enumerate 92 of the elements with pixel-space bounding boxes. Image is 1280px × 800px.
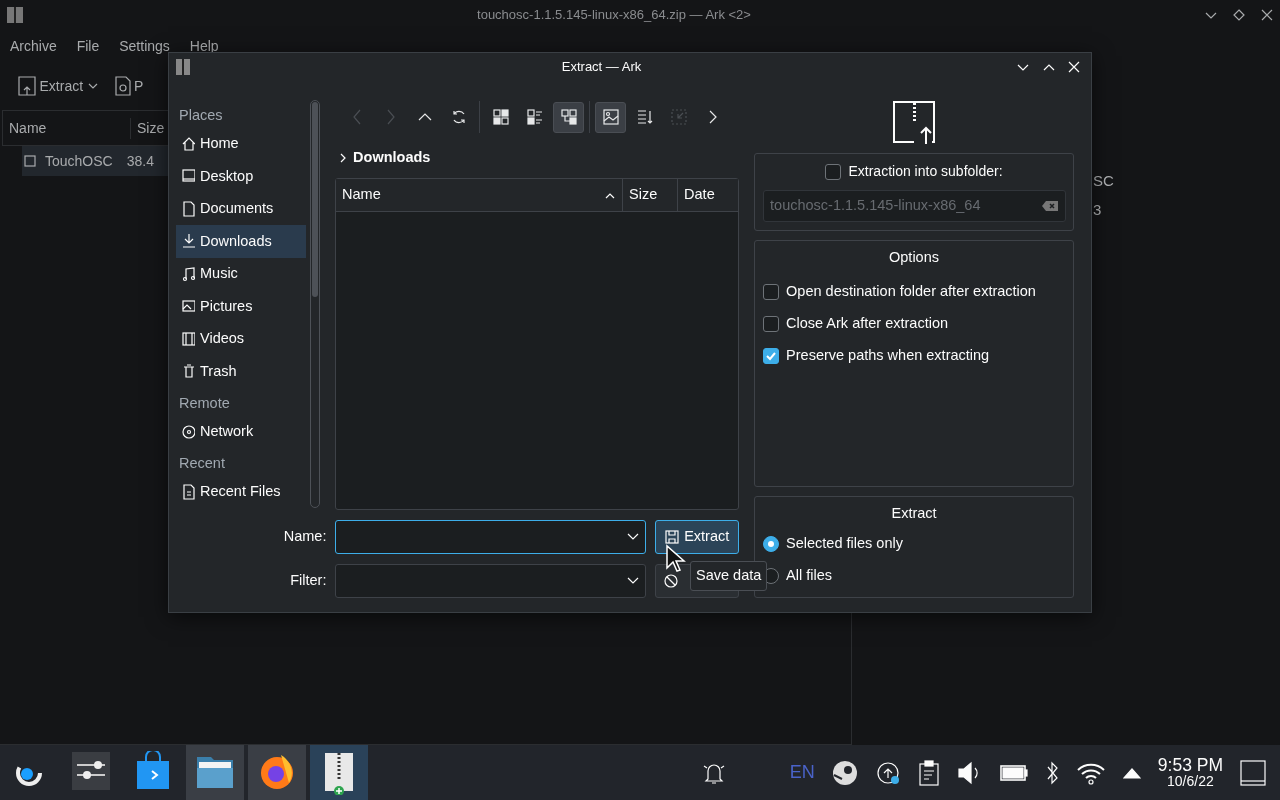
place-item[interactable]: Trash bbox=[176, 355, 307, 388]
group-title: Extract bbox=[890, 504, 938, 523]
extract-icon bbox=[892, 100, 937, 144]
place-item[interactable]: Pictures bbox=[176, 290, 307, 323]
filter-field[interactable] bbox=[335, 564, 647, 598]
checkbox-label: Close Ark after extraction bbox=[786, 313, 949, 333]
table-cell-text: TouchOSC bbox=[45, 151, 113, 171]
document-icon bbox=[114, 76, 131, 96]
documents-icon bbox=[181, 200, 195, 217]
place-item[interactable]: Videos bbox=[176, 322, 307, 356]
toolbar-button[interactable] bbox=[553, 101, 585, 133]
update-icon[interactable] bbox=[874, 759, 901, 786]
date-text: 10/6/22 bbox=[1167, 774, 1214, 790]
checkbox[interactable] bbox=[825, 163, 842, 180]
place-item[interactable]: Documents bbox=[176, 192, 307, 226]
caret-icon bbox=[627, 577, 640, 585]
column-header[interactable]: Size bbox=[623, 179, 679, 211]
section-header: Places bbox=[178, 105, 224, 125]
taskbar-app[interactable] bbox=[186, 745, 244, 800]
clock[interactable]: 9:53 PM 10/6/22 bbox=[1157, 755, 1223, 790]
column-header[interactable]: Name bbox=[336, 179, 624, 211]
menu-item[interactable]: Settings bbox=[119, 35, 170, 57]
scrollbar[interactable] bbox=[310, 100, 321, 508]
field-value: touchosc-1.1.5.145-linux-x86_64 bbox=[770, 196, 982, 216]
toolbar-button[interactable] bbox=[595, 101, 627, 133]
file-icon bbox=[22, 153, 38, 169]
clear-icon[interactable] bbox=[1041, 200, 1059, 212]
show-desktop-icon[interactable] bbox=[1240, 759, 1266, 786]
column-header[interactable]: Date bbox=[678, 179, 739, 211]
restore-icon[interactable] bbox=[1232, 8, 1246, 22]
desktop-icon bbox=[181, 168, 195, 185]
section-header: Recent bbox=[178, 453, 226, 473]
network-icon bbox=[181, 423, 195, 440]
menu-item[interactable]: Archive bbox=[10, 35, 57, 57]
caret-icon bbox=[627, 533, 640, 541]
detail-text: SC bbox=[1093, 171, 1114, 191]
group-title: Options bbox=[888, 248, 940, 267]
extract-button[interactable]: Extract bbox=[655, 520, 740, 554]
cursor-icon bbox=[665, 544, 687, 574]
window-title: touchosc-1.1.5.145-linux-x86_64.zip — Ark <2> bbox=[476, 6, 752, 25]
field-label: Name: bbox=[282, 527, 327, 547]
recent-icon bbox=[181, 483, 195, 500]
file-list[interactable]: Name Size Date bbox=[335, 178, 740, 510]
radio-label: Selected files only bbox=[786, 534, 903, 554]
taskbar-app[interactable] bbox=[310, 745, 368, 800]
table-cell-text: 38.4 bbox=[126, 151, 154, 171]
place-item[interactable]: Recent Files bbox=[176, 475, 307, 508]
column-header[interactable]: Size bbox=[131, 117, 171, 139]
chevron-icon bbox=[339, 152, 348, 164]
breadcrumb[interactable]: Downloads bbox=[353, 147, 431, 169]
name-field[interactable] bbox=[335, 520, 647, 554]
downloads-icon bbox=[181, 233, 195, 250]
checkbox[interactable] bbox=[763, 315, 780, 332]
section-header: Remote bbox=[178, 393, 231, 413]
save-icon bbox=[665, 530, 680, 544]
checkbox-label: Open destination folder after extraction bbox=[786, 281, 1036, 301]
checkbox[interactable] bbox=[763, 347, 780, 364]
toolbar-button[interactable]: P bbox=[114, 75, 144, 97]
pictures-icon bbox=[181, 298, 195, 315]
checkbox-label: Preserve paths when extracting bbox=[786, 345, 990, 365]
clipboard-icon[interactable] bbox=[917, 759, 940, 786]
tooltip: Save data bbox=[690, 561, 768, 591]
close-icon[interactable] bbox=[1260, 8, 1274, 22]
detail-text: 3 bbox=[1093, 199, 1103, 220]
taskbar-app[interactable] bbox=[248, 745, 306, 800]
time-text: 9:53 PM bbox=[1157, 755, 1223, 775]
cancel-icon bbox=[663, 573, 680, 589]
steam-icon[interactable] bbox=[831, 759, 858, 786]
extract-icon bbox=[18, 76, 36, 96]
archive-icon bbox=[6, 6, 24, 24]
music-icon bbox=[181, 265, 195, 282]
place-item[interactable]: Network bbox=[176, 415, 307, 448]
archive-icon bbox=[175, 57, 191, 76]
toolbar-button[interactable]: Extract bbox=[18, 75, 99, 97]
menu-item[interactable]: File bbox=[76, 35, 100, 57]
arrow-up-icon[interactable] bbox=[1122, 766, 1141, 779]
column-header[interactable]: Name bbox=[3, 117, 131, 139]
checkbox-label: Extraction into subfolder: bbox=[848, 162, 1003, 181]
trash-icon bbox=[181, 363, 195, 380]
videos-icon bbox=[181, 330, 195, 347]
radio-label: All files bbox=[786, 566, 832, 586]
place-item[interactable]: Home bbox=[176, 127, 307, 161]
home-icon bbox=[181, 135, 195, 152]
checkbox[interactable] bbox=[763, 283, 780, 300]
place-item[interactable]: Music bbox=[176, 257, 307, 291]
place-item[interactable]: Downloads bbox=[176, 225, 307, 258]
dialog-title: Extract — Ark bbox=[560, 57, 643, 76]
place-item[interactable]: Desktop bbox=[176, 160, 307, 193]
battery-icon[interactable] bbox=[999, 763, 1028, 782]
radio-button[interactable] bbox=[763, 536, 780, 553]
sort-up-icon bbox=[604, 191, 617, 199]
field-label: Filter: bbox=[289, 571, 327, 591]
